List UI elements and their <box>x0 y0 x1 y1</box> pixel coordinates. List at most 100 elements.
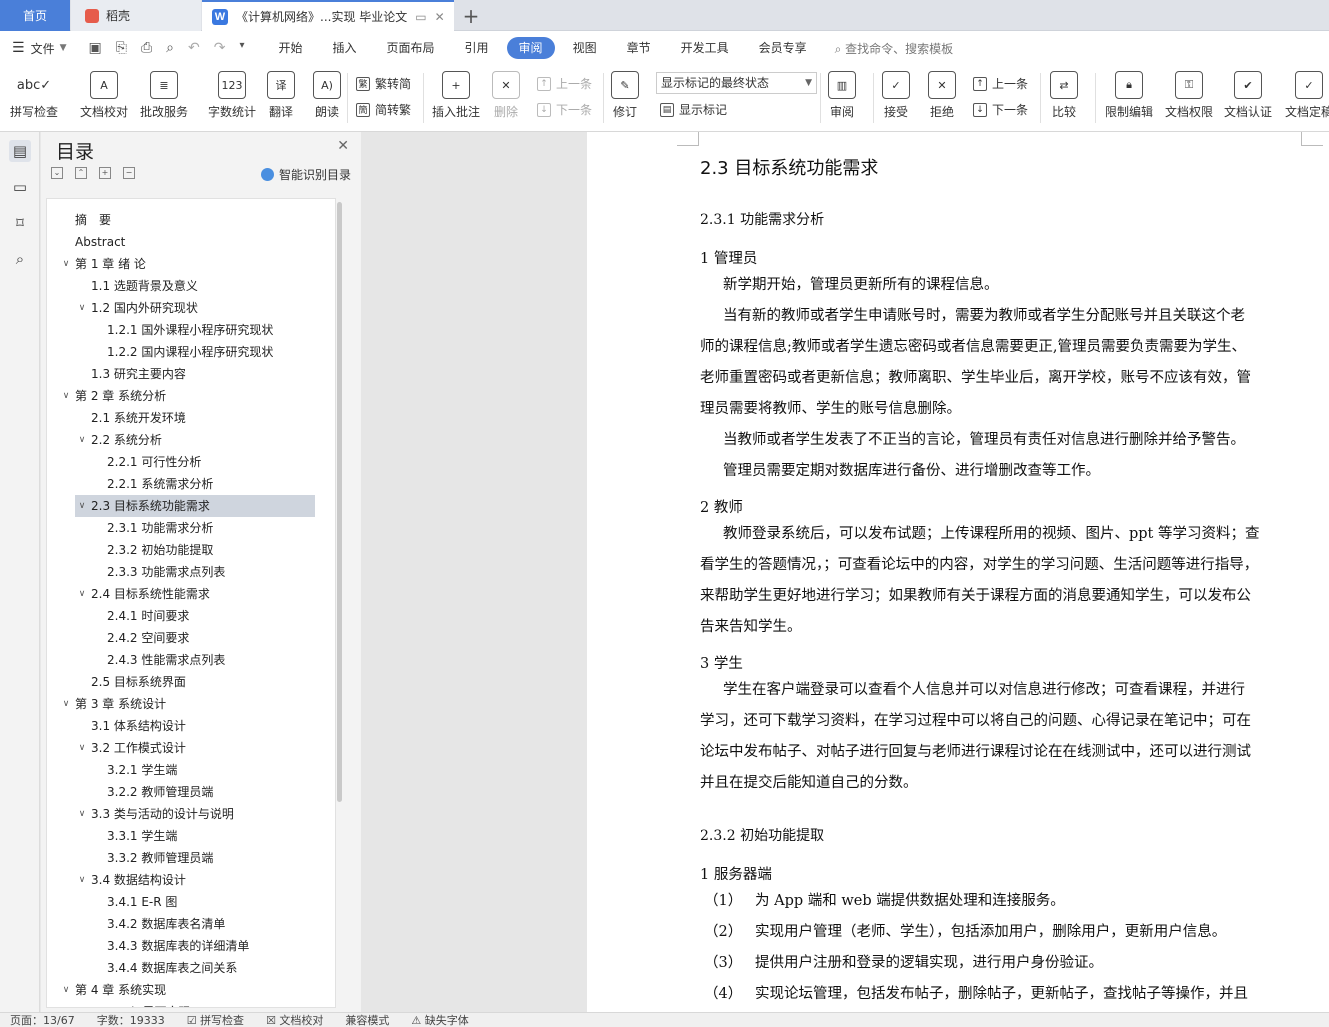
tab-home[interactable]: 首页 <box>0 0 70 31</box>
toc-item[interactable]: Abstract <box>59 231 125 253</box>
export-pdf-icon[interactable]: ⎘ <box>116 40 127 56</box>
toc-item[interactable]: 摘 要 <box>59 209 111 231</box>
toc-item[interactable]: 2.4.1 时间要求 <box>91 605 189 627</box>
chevron-down-icon[interactable]: ∨ <box>75 737 89 759</box>
toc-item[interactable]: ∨ 3.4 数据结构设计 <box>75 869 186 891</box>
insert-comment-button[interactable]: + 插入批注 <box>432 71 480 120</box>
toc-item[interactable]: 3.2.2 教师管理员端 <box>91 781 213 803</box>
toc-item[interactable]: ∨ 2.3 目标系统功能需求 <box>75 495 315 517</box>
expand-all-icon[interactable]: ⌄ <box>51 167 63 179</box>
tab-start[interactable]: 开始 <box>266 37 314 59</box>
delete-comment-button[interactable]: ✕ 删除 <box>492 71 520 120</box>
read-aloud-button[interactable]: A) 朗读 <box>313 71 341 120</box>
next-change-button[interactable]: ↓ 下一条 <box>973 101 1028 118</box>
toc-item[interactable]: 3.3.2 教师管理员端 <box>91 847 213 869</box>
tab-document[interactable]: W 《计算机网络》...实现 毕业论文 ▭ ✕ <box>202 0 454 31</box>
word-count-button[interactable]: 123 字数统计 <box>208 71 256 120</box>
status-spell-check[interactable]: ☑ 拼写检查 <box>187 1013 244 1027</box>
print-icon[interactable]: ⎙ <box>141 40 152 56</box>
toc-item[interactable]: ∨ 2.4 目标系统性能需求 <box>75 583 210 605</box>
page-counter[interactable]: 页面：13/67 <box>10 1013 75 1027</box>
chevron-down-icon[interactable]: ∨ <box>75 297 89 319</box>
more-icon[interactable]: ▾ <box>239 40 244 56</box>
toc-item[interactable]: ∨ 第 3 章 系统设计 <box>59 693 166 715</box>
undo-icon[interactable]: ↶ <box>188 40 200 56</box>
comment-service-button[interactable]: ≣ 批改服务 <box>140 71 188 120</box>
prev-change-button[interactable]: ↑ 上一条 <box>973 75 1028 92</box>
toc-item[interactable]: 2.3.2 初始功能提取 <box>91 539 213 561</box>
toc-item[interactable]: 3.4.4 数据库表之间关系 <box>91 957 237 979</box>
toc-item[interactable]: 2.3.3 功能需求点列表 <box>91 561 225 583</box>
file-menu[interactable]: ☰ 文件 ▼ <box>12 40 67 57</box>
tab-daoke[interactable]: 稻壳 <box>71 0 201 31</box>
tab-view[interactable]: 视图 <box>561 37 609 59</box>
redo-icon[interactable]: ↷ <box>214 40 226 56</box>
chevron-down-icon[interactable]: ∨ <box>59 253 73 275</box>
print-preview-icon[interactable]: ⌕ <box>166 40 174 56</box>
toc-item[interactable]: 2.2.1 系统需求分析 <box>91 473 213 495</box>
chapter-nav-icon[interactable]: ▭ <box>9 176 31 198</box>
chevron-down-icon[interactable]: ∨ <box>59 693 73 715</box>
toc-item[interactable]: 1.3 研究主要内容 <box>75 363 186 385</box>
tab-chapter[interactable]: 章节 <box>615 37 663 59</box>
tab-review[interactable]: 审阅 <box>506 37 555 59</box>
tab-developer[interactable]: 开发工具 <box>669 37 741 59</box>
restrict-editing-button[interactable]: 🔒︎ 限制编辑 <box>1105 71 1153 120</box>
reject-button[interactable]: ✕ 拒绝 <box>928 71 956 120</box>
toc-item[interactable]: ∨ 3.3 类与活动的设计与说明 <box>75 803 234 825</box>
toc-item[interactable]: ∨ 2.2 系统分析 <box>75 429 162 451</box>
save-icon[interactable]: ▣ <box>89 40 102 56</box>
toc-pane-icon[interactable]: ▤ <box>9 140 31 162</box>
search-icon[interactable]: ⌕ <box>9 248 31 270</box>
toc-item[interactable]: 2.2.1 可行性分析 <box>91 451 201 473</box>
toc-item[interactable]: ∨ 3.2 工作模式设计 <box>75 737 186 759</box>
prev-comment-button[interactable]: ↑ 上一条 <box>537 75 592 92</box>
chevron-down-icon[interactable]: ∨ <box>59 385 73 407</box>
track-changes-button[interactable]: ✎ 修订 <box>611 71 639 120</box>
new-tab-button[interactable]: + <box>456 0 486 31</box>
close-icon[interactable]: ✕ <box>435 10 445 24</box>
status-proof[interactable]: ☒ 文档校对 <box>266 1013 323 1027</box>
tab-references[interactable]: 引用 <box>453 37 501 59</box>
toc-item[interactable]: 3.3.1 学生端 <box>91 825 177 847</box>
toc-item[interactable]: 2.4.2 空间要求 <box>91 627 189 649</box>
show-markup-button[interactable]: ▤ 显示标记 <box>660 101 727 118</box>
toc-item[interactable]: 3.1 体系结构设计 <box>75 715 186 737</box>
close-icon[interactable]: ✕ <box>337 138 349 154</box>
tab-insert[interactable]: 插入 <box>321 37 369 59</box>
restore-icon[interactable]: ▭ <box>415 10 426 24</box>
toc-item[interactable]: 3.2.1 学生端 <box>91 759 177 781</box>
tab-member[interactable]: 会员专享 <box>747 37 819 59</box>
add-heading-icon[interactable]: + <box>99 167 111 179</box>
doc-proof-button[interactable]: A 文档校对 <box>80 71 128 120</box>
chevron-down-icon[interactable]: ∨ <box>75 803 89 825</box>
toc-scrollbar[interactable] <box>337 202 342 802</box>
chevron-down-icon[interactable]: ∨ <box>75 495 89 517</box>
toc-item[interactable]: ∨ 第 1 章 绪 论 <box>59 253 146 275</box>
bookmark-icon[interactable]: ⌑ <box>9 212 31 234</box>
toc-item[interactable]: 2.5 目标系统界面 <box>75 671 186 693</box>
toc-item[interactable]: 4.1 web 界面实现 <box>75 1001 191 1007</box>
next-comment-button[interactable]: ↓ 下一条 <box>537 101 592 118</box>
trad-to-simp-button[interactable]: 繁繁转简 <box>356 75 411 92</box>
translate-button[interactable]: 译翻译 <box>267 71 295 120</box>
toc-item[interactable]: 2.1 系统开发环境 <box>75 407 186 429</box>
toc-item[interactable]: 1.2.1 国外课程小程序研究现状 <box>91 319 273 341</box>
markup-state-select[interactable]: 显示标记的最终状态 ▼ <box>656 72 817 94</box>
review-pane-button[interactable]: ▥ 审阅 <box>828 71 856 120</box>
toc-item[interactable]: ∨ 1.2 国内外研究现状 <box>75 297 198 319</box>
chevron-down-icon[interactable]: ∨ <box>75 429 89 451</box>
spell-check-button[interactable]: abc✓ 拼写检查 <box>10 71 58 120</box>
remove-heading-icon[interactable]: − <box>123 167 135 179</box>
doc-finalize-button[interactable]: ✓ 文档定稿 <box>1285 71 1329 120</box>
missing-font[interactable]: ⚠ 缺失字体 <box>411 1013 468 1027</box>
toc-item[interactable]: 3.4.2 数据库表名清单 <box>91 913 225 935</box>
chevron-down-icon[interactable]: ∨ <box>75 583 89 605</box>
word-counter[interactable]: 字数：19333 <box>97 1013 165 1027</box>
chevron-down-icon[interactable]: ∨ <box>75 869 89 891</box>
toc-item[interactable]: 1.1 选题背景及意义 <box>75 275 198 297</box>
toc-item[interactable]: 2.3.1 功能需求分析 <box>91 517 213 539</box>
document-page[interactable]: 2.3 目标系统功能需求 2.3.1 功能需求分析 1 管理员 新学期开始，管理… <box>587 132 1329 1012</box>
toc-item[interactable]: 3.4.3 数据库表的详细清单 <box>91 935 249 957</box>
accept-button[interactable]: ✓ 接受 <box>882 71 910 120</box>
